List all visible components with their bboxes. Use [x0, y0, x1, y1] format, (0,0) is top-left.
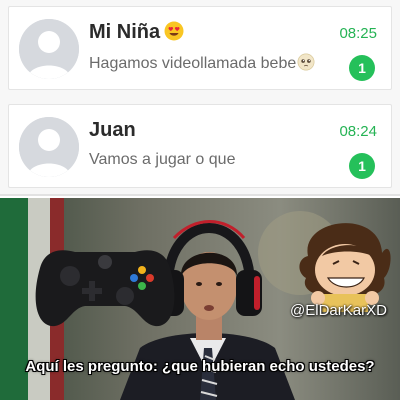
heart-eyes-emoji-icon	[164, 21, 184, 41]
chat-name: Mi Niña	[89, 21, 184, 44]
unread-count-badge: 1	[349, 153, 375, 179]
pleading-face-emoji-icon	[297, 53, 315, 71]
default-avatar	[19, 117, 79, 177]
meme-image: @ElDarKarXD Aquí les pregunto: ¿que hubi…	[0, 198, 400, 400]
meme-caption: Aquí les pregunto: ¿que hubieran echo us…	[25, 358, 375, 375]
chat-row-juan[interactable]: Juan Vamos a jugar o que 08:24 1	[8, 104, 392, 188]
chat-time: 08:25	[339, 25, 377, 42]
chat-time: 08:24	[339, 123, 377, 140]
watermark-text: @ElDarKarXD	[290, 302, 387, 319]
chat-last-message: Vamos a jugar o que	[89, 151, 236, 168]
chat-list: Mi Niña Hagamos videollamada bebe 08:25 …	[0, 0, 400, 196]
unread-count-badge: 1	[349, 55, 375, 81]
default-avatar	[19, 19, 79, 79]
chat-row-mi-nina[interactable]: Mi Niña Hagamos videollamada bebe 08:25 …	[8, 6, 392, 90]
chat-last-message: Hagamos videollamada bebe	[89, 53, 315, 73]
chat-name: Juan	[89, 119, 136, 141]
